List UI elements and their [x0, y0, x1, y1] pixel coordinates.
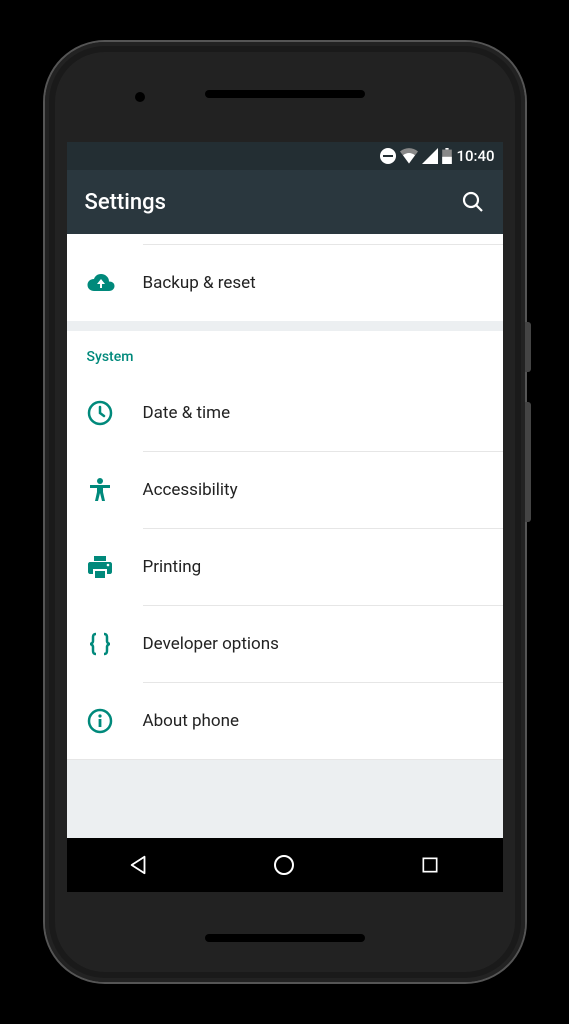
- settings-item-developer-options[interactable]: Developer options: [67, 606, 503, 682]
- wifi-icon: [400, 148, 418, 164]
- navigation-bar: [67, 838, 503, 892]
- braces-icon: [87, 631, 143, 657]
- nav-back-button[interactable]: [125, 851, 153, 879]
- settings-list: Backup & reset System Date: [67, 234, 503, 838]
- status-bar: 10:40: [67, 142, 503, 170]
- settings-item-date-time[interactable]: Date & time: [67, 375, 503, 451]
- status-time: 10:40: [456, 147, 494, 165]
- section-header-system: System: [67, 331, 503, 375]
- section-top: Backup & reset: [67, 234, 503, 321]
- settings-item-label: Accessibility: [143, 480, 238, 500]
- page-title: Settings: [85, 190, 166, 215]
- phone-frame: 10:40 Settings: [45, 42, 525, 982]
- volume-button: [525, 402, 531, 522]
- info-icon: [87, 708, 143, 734]
- speaker-bottom: [205, 934, 365, 942]
- camera-dot: [135, 92, 145, 102]
- app-bar: Settings: [67, 170, 503, 234]
- square-recents-icon: [420, 855, 440, 875]
- phone-bezel: 10:40 Settings: [55, 52, 515, 972]
- settings-item-label: Printing: [143, 557, 202, 577]
- power-button: [525, 322, 531, 372]
- settings-item-label: Developer options: [143, 634, 279, 654]
- cloud-upload-icon: [87, 272, 143, 294]
- nav-home-button[interactable]: [270, 851, 298, 879]
- clock-icon: [87, 400, 143, 426]
- settings-item-accessibility[interactable]: Accessibility: [67, 452, 503, 528]
- search-icon: [461, 190, 485, 214]
- cell-signal-icon: [422, 148, 438, 164]
- battery-icon: [442, 148, 452, 164]
- divider: [67, 759, 503, 760]
- settings-item-about-phone[interactable]: About phone: [67, 683, 503, 759]
- printer-icon: [87, 554, 143, 580]
- settings-item-label: Date & time: [143, 403, 231, 423]
- triangle-back-icon: [128, 854, 150, 876]
- speaker-top: [205, 90, 365, 98]
- nav-recents-button[interactable]: [416, 851, 444, 879]
- settings-item-label: Backup & reset: [143, 273, 256, 293]
- dnd-icon: [380, 148, 396, 164]
- settings-item-backup-reset[interactable]: Backup & reset: [67, 245, 503, 321]
- search-button[interactable]: [461, 190, 485, 214]
- settings-item-label: About phone: [143, 711, 240, 731]
- circle-home-icon: [272, 853, 296, 877]
- settings-item-printing[interactable]: Printing: [67, 529, 503, 605]
- screen: 10:40 Settings: [67, 142, 503, 892]
- accessibility-icon: [87, 477, 143, 503]
- section-system: System Date & time: [67, 331, 503, 760]
